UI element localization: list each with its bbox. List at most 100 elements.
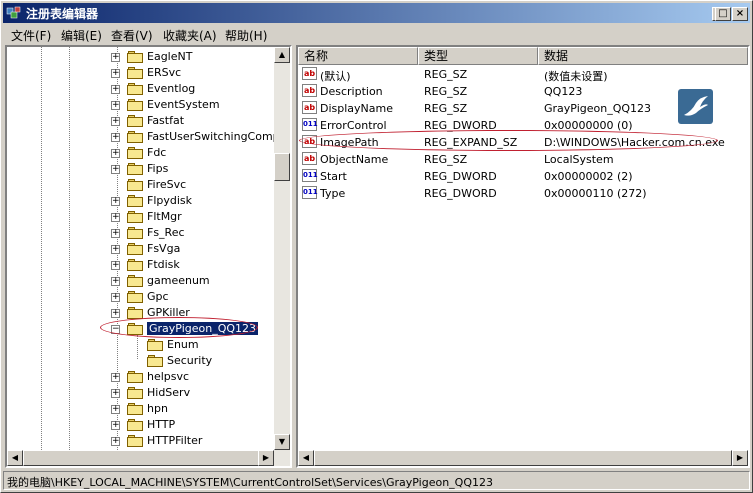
scroll-left-button[interactable]: ◀ xyxy=(7,450,23,466)
column-header-name[interactable]: 名称 xyxy=(298,47,418,65)
menu-file[interactable]: 文件(F) xyxy=(11,27,51,44)
tree-item[interactable]: + Fips xyxy=(7,161,277,177)
tree-item[interactable]: + FltMgr xyxy=(7,209,277,225)
tree-child-item[interactable]: Enum xyxy=(7,337,277,353)
expand-icon[interactable]: + xyxy=(111,277,120,286)
column-header-data[interactable]: 数据 xyxy=(538,47,748,65)
binary-value-icon: 011 xyxy=(302,169,318,182)
value-type: REG_SZ xyxy=(424,153,468,166)
tree-vertical-scrollbar[interactable]: ▲ ▼ xyxy=(274,47,290,450)
tree-item[interactable]: + Gpc xyxy=(7,289,277,305)
title-bar[interactable]: 注册表编辑器 _ □ × xyxy=(3,3,750,23)
tree-item[interactable]: + helpsvc xyxy=(7,369,277,385)
hscroll-thumb[interactable] xyxy=(314,450,732,466)
expand-icon[interactable]: + xyxy=(111,197,120,206)
hscroll-thumb[interactable] xyxy=(23,450,263,466)
column-header-type[interactable]: 类型 xyxy=(418,47,538,65)
tree-item[interactable]: + EventSystem xyxy=(7,97,277,113)
menu-edit[interactable]: 编辑(E) xyxy=(61,27,102,44)
value-row[interactable]: ab ObjectName REG_SZ LocalSystem xyxy=(298,151,738,168)
menu-view[interactable]: 查看(V) xyxy=(111,27,153,44)
tree-item-label: EagleNT xyxy=(147,50,193,63)
key-tree-pane[interactable]: + EagleNT + ERSvc + Eventlog + EventSystem + Fast… xyxy=(5,45,292,468)
tree-item[interactable]: + Fs_Rec xyxy=(7,225,277,241)
tree-item[interactable]: + gameenum xyxy=(7,273,277,289)
tree-item-label: EventSystem xyxy=(147,98,220,111)
tree-item[interactable]: + Fdc xyxy=(7,145,277,161)
tree-item[interactable]: + EagleNT xyxy=(7,49,277,65)
value-row[interactable]: 011 Start REG_DWORD 0x00000002 (2) xyxy=(298,168,738,185)
expand-icon[interactable]: + xyxy=(111,69,120,78)
expand-icon[interactable]: + xyxy=(111,213,120,222)
tree-item[interactable]: + HidServ xyxy=(7,385,277,401)
expand-icon[interactable]: + xyxy=(111,405,120,414)
expand-icon[interactable]: + xyxy=(111,421,120,430)
tree-item-label: Enum xyxy=(167,338,199,351)
scroll-right-button[interactable]: ▶ xyxy=(258,450,274,466)
tree-item[interactable]: + FastUserSwitchingCompatib xyxy=(7,129,290,145)
folder-icon xyxy=(127,211,143,223)
expand-icon[interactable]: + xyxy=(111,85,120,94)
folder-icon xyxy=(127,163,143,175)
close-button[interactable]: × xyxy=(732,7,748,21)
tree-item[interactable]: + HTTPFilter xyxy=(7,433,277,449)
scroll-right-button[interactable]: ▶ xyxy=(732,450,748,466)
expand-icon[interactable]: + xyxy=(111,293,120,302)
menu-help[interactable]: 帮助(H) xyxy=(225,27,267,44)
menu-favorites[interactable]: 收藏夹(A) xyxy=(163,27,217,44)
scroll-left-button[interactable]: ◀ xyxy=(298,450,314,466)
value-row[interactable]: 011 Type REG_DWORD 0x00000110 (272) xyxy=(298,185,738,202)
expand-icon[interactable]: + xyxy=(111,101,120,110)
expand-icon[interactable]: + xyxy=(111,245,120,254)
value-data: GrayPigeon_QQ123 xyxy=(544,102,652,115)
tree-item[interactable]: + Ftdisk xyxy=(7,257,277,273)
expand-icon[interactable]: + xyxy=(111,117,120,126)
folder-icon xyxy=(127,131,143,143)
value-data: 0x00000002 (2) xyxy=(544,170,633,183)
tree-child-item[interactable]: Security xyxy=(7,353,277,369)
list-horizontal-scrollbar[interactable]: ◀ ▶ xyxy=(298,450,748,466)
tree-item[interactable]: + ERSvc xyxy=(7,65,277,81)
pigeon-logo-icon xyxy=(678,89,713,124)
folder-icon xyxy=(127,243,143,255)
restore-button[interactable]: □ xyxy=(715,7,731,21)
folder-icon xyxy=(127,307,143,319)
tree-item[interactable]: + Eventlog xyxy=(7,81,277,97)
scroll-thumb[interactable] xyxy=(274,153,290,181)
expand-icon[interactable]: + xyxy=(111,261,120,270)
expand-icon[interactable]: + xyxy=(111,373,120,382)
value-row[interactable]: ab Description REG_SZ QQ123 xyxy=(298,83,738,100)
string-value-icon: ab xyxy=(302,84,317,97)
tree-item[interactable]: + Flpydisk xyxy=(7,193,277,209)
folder-icon xyxy=(127,387,143,399)
expand-icon[interactable]: + xyxy=(111,437,120,446)
expand-icon[interactable]: + xyxy=(111,165,120,174)
expand-icon[interactable]: + xyxy=(111,133,120,142)
expand-icon[interactable]: + xyxy=(111,309,120,318)
folder-icon xyxy=(127,51,143,63)
expand-icon[interactable]: + xyxy=(111,229,120,238)
string-value-icon: ab xyxy=(302,101,317,114)
value-name: Type xyxy=(320,187,346,200)
value-name: ObjectName xyxy=(320,153,389,166)
expand-icon[interactable]: + xyxy=(111,53,120,62)
tree-horizontal-scrollbar[interactable]: ◀ ▶ xyxy=(7,450,290,466)
scroll-down-button[interactable]: ▼ xyxy=(274,434,290,450)
value-name: Start xyxy=(320,170,347,183)
scroll-up-button[interactable]: ▲ xyxy=(274,47,290,63)
value-data: QQ123 xyxy=(544,85,583,98)
expand-icon[interactable]: + xyxy=(111,389,120,398)
tree-item[interactable]: FireSvc xyxy=(7,177,277,193)
tree-item-label: Security xyxy=(167,354,213,367)
value-data: 0x00000110 (272) xyxy=(544,187,647,200)
tree-item[interactable]: + hpn xyxy=(7,401,277,417)
tree-item-label: Ftdisk xyxy=(147,258,180,271)
highlight-graypigeon-key xyxy=(100,317,258,338)
tree-item-label: Flpydisk xyxy=(147,194,193,207)
tree-item[interactable]: + Fastfat xyxy=(7,113,277,129)
tree-item[interactable]: + HTTP xyxy=(7,417,277,433)
expand-icon[interactable]: + xyxy=(111,149,120,158)
tree-item[interactable]: + FsVga xyxy=(7,241,277,257)
value-row[interactable]: ab DisplayName REG_SZ GrayPigeon_QQ123 xyxy=(298,100,738,117)
value-row[interactable]: ab (默认) REG_SZ (数值未设置) xyxy=(298,66,738,83)
